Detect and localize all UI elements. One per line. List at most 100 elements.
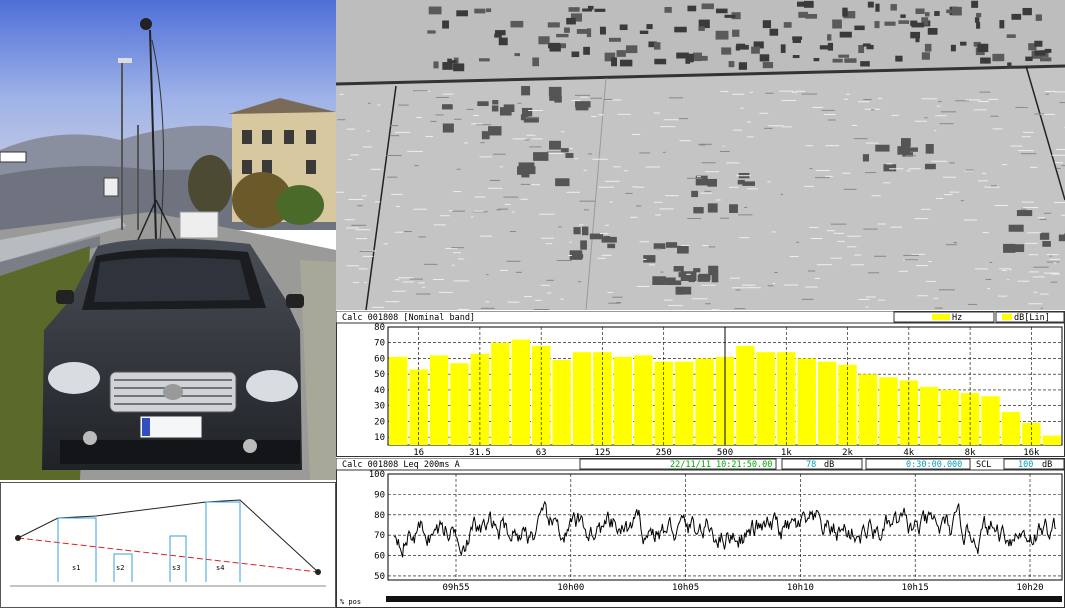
map-speckle: [702, 162, 716, 163]
map-speckle: [937, 106, 941, 107]
map-speckle: [1009, 269, 1011, 270]
map-speckle: [720, 91, 728, 92]
spectrum-x-tick: 4k: [903, 448, 914, 457]
map-speckle: [485, 301, 489, 302]
map-speckle: [878, 98, 882, 99]
diagram-label-s2: s2: [116, 564, 124, 572]
diagram-label-s4: s4: [216, 564, 224, 572]
map-speckle: [440, 215, 449, 216]
map-building: [804, 1, 814, 8]
map-speckle: [868, 272, 879, 273]
map-building: [763, 62, 773, 68]
map-building: [952, 7, 962, 16]
map-speckle: [732, 94, 744, 95]
map-building: [915, 9, 924, 14]
map-speckle: [921, 98, 937, 99]
map-speckle: [804, 186, 814, 187]
map-building: [1017, 210, 1032, 216]
map-speckle: [1030, 167, 1037, 168]
timehist-y-tick: 50: [374, 572, 385, 582]
map-building: [763, 20, 771, 28]
map-building: [797, 2, 804, 7]
timehist-value: 78: [806, 460, 816, 470]
map-building: [868, 2, 874, 8]
map-building: [928, 28, 938, 35]
map-speckle: [872, 195, 881, 196]
map-speckle: [796, 242, 799, 243]
map-building: [654, 243, 666, 249]
map-speckle: [825, 176, 833, 177]
map-speckle: [949, 192, 959, 193]
timehist-scl-value: 100: [1018, 460, 1033, 470]
map-building: [538, 36, 549, 44]
map-speckle: [838, 241, 845, 242]
map-speckle: [772, 231, 776, 232]
map-building: [689, 274, 695, 283]
map-speckle: [605, 181, 620, 182]
map-speckle: [471, 216, 473, 217]
map-speckle: [526, 135, 535, 136]
map-speckle: [1044, 213, 1052, 214]
map-building: [1011, 14, 1021, 20]
map-speckle: [597, 258, 606, 259]
timehist-x-tick: 10h15: [902, 583, 929, 593]
map-speckle: [912, 254, 926, 255]
map-speckle: [391, 194, 402, 195]
map-building: [901, 138, 911, 147]
spectrum-y-tick: 60: [374, 354, 385, 364]
spectrum-bar: [920, 387, 938, 445]
map-speckle: [613, 166, 621, 167]
map-speckle: [817, 264, 833, 265]
map-speckle: [566, 192, 580, 193]
timehist-scrollbar[interactable]: [386, 596, 1062, 602]
map-building: [442, 20, 449, 28]
map-speckle: [768, 285, 774, 286]
map-speckle: [524, 296, 531, 297]
map-speckle: [1057, 168, 1061, 169]
map-speckle: [747, 136, 754, 137]
map-building: [874, 21, 879, 28]
map-speckle: [921, 209, 930, 210]
map-speckle: [1033, 276, 1045, 277]
map-speckle: [654, 202, 663, 203]
spectrum-bar: [879, 377, 897, 445]
map-speckle: [632, 134, 640, 135]
map-speckle: [1044, 273, 1059, 274]
map-building: [548, 22, 560, 27]
map-speckle: [418, 236, 426, 237]
map-speckle: [886, 163, 892, 164]
spectrum-bar: [981, 396, 999, 445]
map-building: [687, 6, 696, 12]
map-speckle: [659, 208, 673, 209]
map-building: [707, 179, 717, 187]
map-speckle: [773, 283, 775, 284]
map-speckle: [439, 292, 453, 293]
map-speckle: [529, 146, 541, 147]
terrain-3d-map: [336, 0, 1065, 310]
map-speckle: [852, 125, 857, 126]
map-speckle: [500, 166, 503, 167]
map-speckle: [705, 303, 711, 304]
map-building: [977, 44, 988, 52]
map-speckle: [362, 195, 367, 196]
map-speckle: [796, 91, 805, 92]
map-building: [664, 7, 671, 13]
map-speckle: [481, 308, 495, 309]
map-speckle: [998, 296, 1007, 297]
map-speckle: [507, 302, 519, 303]
map-speckle: [395, 132, 410, 133]
map-speckle: [521, 199, 528, 200]
map-speckle: [584, 209, 589, 210]
map-speckle: [1015, 107, 1028, 108]
map-speckle: [434, 224, 446, 225]
map-speckle: [636, 187, 644, 188]
map-building: [549, 141, 561, 150]
map-speckle: [844, 189, 857, 190]
timehist-x-tick: 10h10: [787, 583, 814, 593]
map-speckle: [744, 207, 747, 208]
map-building: [443, 123, 454, 132]
spectrum-bar: [675, 362, 693, 445]
map-speckle: [480, 142, 484, 143]
map-speckle: [730, 278, 740, 279]
map-building: [555, 178, 569, 186]
